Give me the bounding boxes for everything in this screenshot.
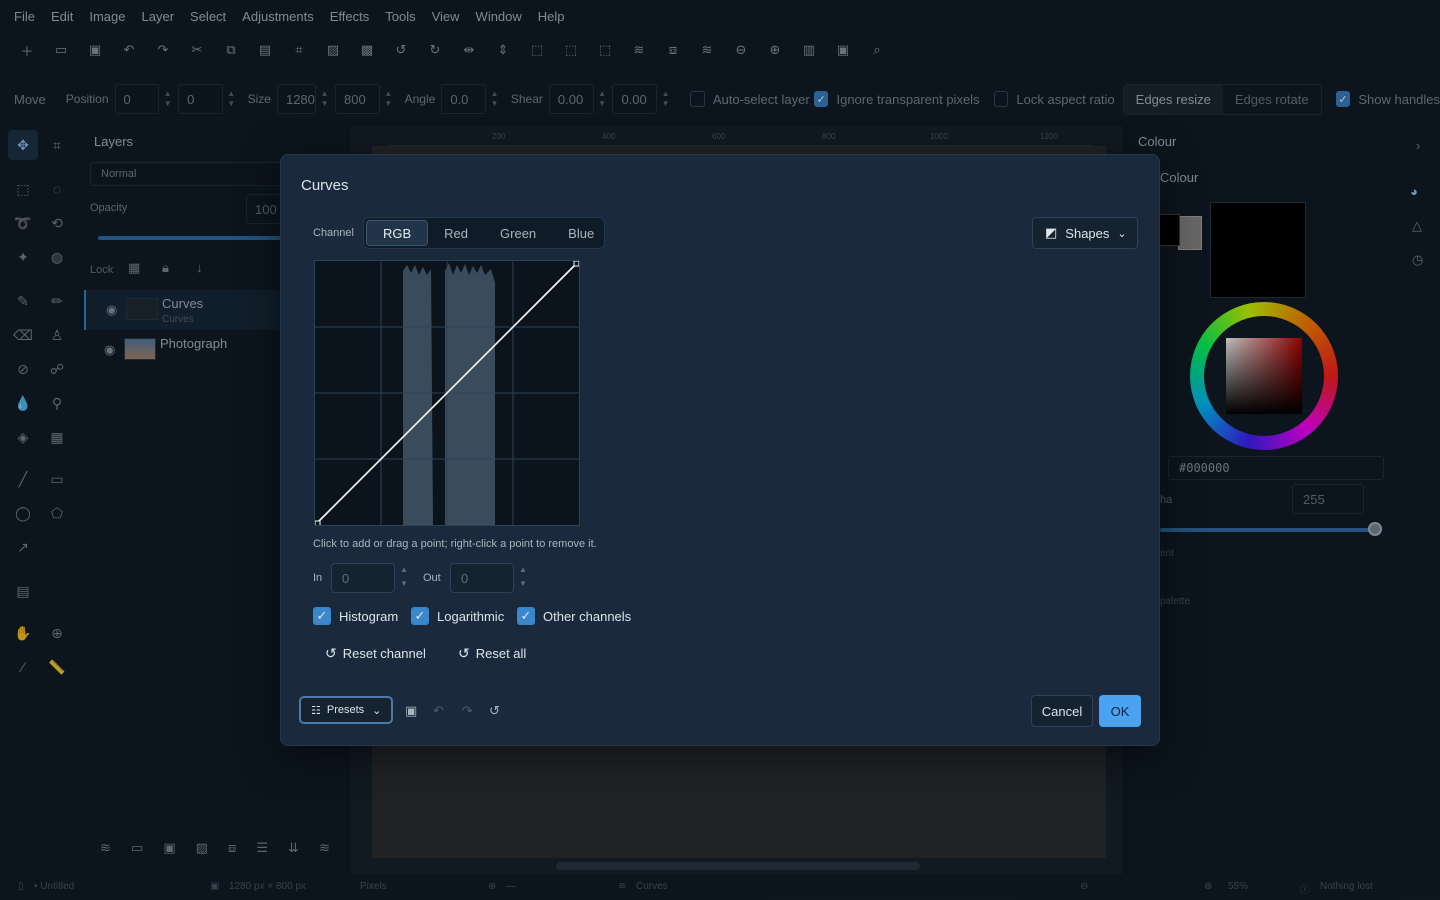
reset-icon: ↺ <box>325 645 337 661</box>
out-label: Out <box>423 572 441 584</box>
histogram-label: Histogram <box>339 608 399 624</box>
tab-green[interactable]: Green <box>484 220 552 246</box>
chevron-down-icon: ⌄ <box>372 704 382 717</box>
presets-label: Presets <box>326 704 365 716</box>
channel-tabs: RGB Red Green Blue <box>363 217 605 249</box>
presets-dropdown[interactable]: ☷ Presets ⌄ <box>299 696 393 724</box>
cancel-button[interactable]: Cancel <box>1031 695 1093 727</box>
curve-graph[interactable] <box>314 260 580 527</box>
in-stepper[interactable]: ▲ ▼ <box>398 563 410 591</box>
histogram-checkbox[interactable]: ✓ Histogram <box>313 607 398 625</box>
curve-shape-icon: ◩ <box>1045 225 1058 240</box>
curves-dialog: Curves Channel RGB Red Green Blue ◩ Shap… <box>280 154 1160 746</box>
checkmark-icon: ✓ <box>411 607 429 625</box>
other-channels-label: Other channels <box>543 608 632 624</box>
histogram-band <box>445 263 495 525</box>
undo-icon[interactable]: ↶ <box>433 703 444 719</box>
tab-blue[interactable]: Blue <box>552 220 610 246</box>
save-preset-icon[interactable]: ▣ <box>405 703 417 719</box>
in-input[interactable]: 0 <box>331 563 395 593</box>
chevron-down-icon: ⌄ <box>1117 227 1127 240</box>
in-label: In <box>313 572 323 584</box>
reset-icon: ↺ <box>458 645 470 661</box>
tab-red[interactable]: Red <box>428 220 484 246</box>
reset-all-button[interactable]: ↺ Reset all <box>458 645 526 662</box>
out-input[interactable]: 0 <box>450 563 514 593</box>
curve-point-white[interactable] <box>573 260 580 267</box>
tab-rgb[interactable]: RGB <box>366 220 429 246</box>
reset-channel-label: Reset channel <box>342 646 426 661</box>
channel-label: Channel <box>313 227 354 239</box>
reset-channel-button[interactable]: ↺ Reset channel <box>325 645 426 662</box>
out-stepper[interactable]: ▲ ▼ <box>517 563 529 591</box>
curve-hint: Click to add or drag a point; right-clic… <box>313 538 597 550</box>
logarithmic-checkbox[interactable]: ✓ Logarithmic <box>411 607 504 625</box>
curve-point-black[interactable] <box>314 520 321 527</box>
dialog-title: Curves <box>301 177 349 194</box>
checkmark-icon: ✓ <box>517 607 535 625</box>
other-channels-checkbox[interactable]: ✓ Other channels <box>517 607 631 625</box>
shapes-label: Shapes <box>1065 225 1110 241</box>
reset-icon[interactable]: ↺ <box>489 703 500 719</box>
ok-button[interactable]: OK <box>1099 695 1141 727</box>
histogram-band <box>403 265 433 525</box>
logarithmic-label: Logarithmic <box>437 608 505 624</box>
presets-icon: ☷ <box>311 704 321 717</box>
redo-icon[interactable]: ↷ <box>462 703 473 719</box>
curve-editor[interactable] <box>314 260 580 527</box>
reset-all-label: Reset all <box>475 646 527 661</box>
checkmark-icon: ✓ <box>313 607 331 625</box>
shapes-dropdown[interactable]: ◩ Shapes ⌄ <box>1032 217 1138 249</box>
